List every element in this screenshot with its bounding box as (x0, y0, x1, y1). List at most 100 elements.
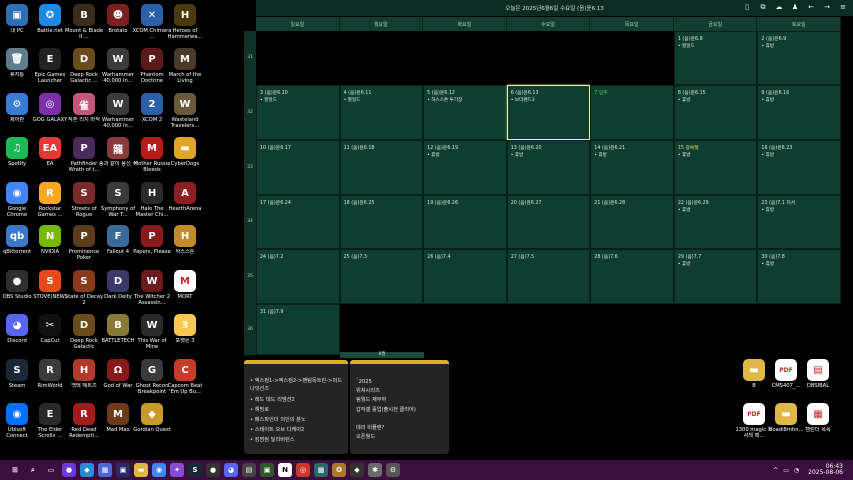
sticky-note-games[interactable]: • 엑스컴1->엑스컴2->팬텀독트린->미드나잇선즈 • 레드 데드 리뎀션2 •… (244, 360, 348, 454)
warhammer-1-shortcut[interactable]: W Warhammer 40,000 In... (101, 48, 135, 84)
taskbar-clock[interactable]: 06:43 2025-08-06 (808, 464, 843, 476)
obs-shortcut[interactable]: ● OBS Studio (0, 270, 34, 300)
elder-scrolls-shortcut[interactable]: E The Elder Scrolls ... (33, 403, 67, 439)
day-cell[interactable]: 14 (음)윤6.21 • 휴방 (590, 140, 674, 195)
capcom-beat-shortcut[interactable]: C Capcom Beat 'Em Up Bu... (168, 359, 202, 395)
papers-please-shortcut[interactable]: P Papers, Please (133, 225, 171, 255)
calendar-event[interactable]: • 휴방 (594, 152, 607, 158)
deep-rock-shortcut[interactable]: D Deep Rock Galactic ... (67, 48, 101, 84)
discord-shortcut[interactable]: ◕ Discord (0, 314, 34, 344)
warhammer-2-shortcut[interactable]: W Warhammer 40,000 In... (101, 93, 135, 129)
mort-shortcut[interactable]: M MORT (168, 270, 202, 300)
streets-rogue-shortcut[interactable]: S Streets of Rogue (67, 182, 101, 218)
gog-galaxy-shortcut[interactable]: ◎ GOG GALAXY (33, 93, 67, 123)
day-cell[interactable]: 16 (음)윤6.23 • 휴방 (757, 140, 841, 195)
day-cell[interactable]: 4 (음)윤6.11 • 할일드 (339, 85, 424, 140)
user-icon[interactable]: ♟ (791, 3, 799, 12)
calendar-event[interactable]: • 휴방 (761, 261, 774, 267)
calendar-event[interactable]: • 휴방 (511, 152, 524, 158)
wasteland-shortcut[interactable]: W Wasteland Travelers... (168, 93, 202, 129)
fallout4-shortcut[interactable]: F Fallout 4 (101, 225, 135, 255)
epic-games-shortcut[interactable]: E Epic Games Launcher (33, 48, 67, 84)
qbittorrent-shortcut[interactable]: qb qBittorrent (0, 225, 34, 255)
day-cell[interactable]: 29 (음)7.7 • 휴방 (673, 249, 758, 304)
calendar-event[interactable]: • 하스스톤 투기장 (427, 97, 462, 103)
battletech-shortcut[interactable]: B BATTLETECH (101, 314, 135, 344)
mount-blade-shortcut[interactable]: B Mount & Blade II ... (65, 4, 103, 40)
calendar-event[interactable]: • 휴방 (761, 97, 774, 103)
calendar-event[interactable]: • 휴방 (761, 152, 774, 158)
tray-icon[interactable]: ▭ (783, 467, 789, 474)
chrome-shortcut[interactable]: ◉ Google Chrome (0, 182, 34, 218)
pathfinder-shortcut[interactable]: P Pathfinder Wrath of t... (67, 137, 101, 173)
brotato-shortcut[interactable]: ☻ Brotato (101, 4, 135, 34)
march-living-shortcut[interactable]: M March of the Living (168, 48, 202, 84)
calendar-event[interactable]: • 휴방 (761, 43, 774, 49)
ubisoft-shortcut[interactable]: ◉ Ubisoft Connect (0, 403, 34, 439)
chrome-taskbar-icon[interactable]: ◉ (152, 463, 166, 477)
day-cell[interactable]: 30 (음)7.8 • 휴방 (757, 249, 841, 304)
battlenet-shortcut[interactable]: ✪ Battle.net (33, 4, 67, 34)
start-button-icon[interactable]: ⊞ (8, 463, 22, 477)
day-cell[interactable]: 18 (음)윤6.25 (339, 195, 424, 249)
app-13-icon[interactable]: ✱ (368, 463, 382, 477)
mother-russia-shortcut[interactable]: M Mother Russia Bleeds (134, 137, 170, 173)
recycle-bin-shortcut[interactable]: 🗑 휴지통 (0, 48, 34, 78)
heartharena-shortcut[interactable]: A HearthArena (168, 182, 202, 212)
this-war-shortcut[interactable]: W This War of Mine (135, 314, 169, 350)
halo-shortcut[interactable]: H Halo The Master Chi... (135, 182, 169, 218)
app-6-icon[interactable]: ● (206, 463, 220, 477)
app-3-icon[interactable]: ▦ (98, 463, 112, 477)
red-dead-shortcut[interactable]: R Red Dead Redempti... (67, 403, 101, 439)
month-tab[interactable]: 8월 (340, 352, 424, 358)
nvidia-shortcut[interactable]: N NVIDIA (33, 225, 67, 255)
day-cell[interactable]: 2 (음)윤6.9 • 휴방 (757, 31, 841, 85)
discord-taskbar-icon[interactable]: ◕ (224, 463, 238, 477)
pokemon3-shortcut[interactable]: 3 포켓몬 3 (168, 314, 202, 344)
calendar-event[interactable]: • 휴방 (427, 152, 440, 158)
stove-shortcut[interactable]: S STOVE(NEW) (33, 270, 67, 300)
spotify-shortcut[interactable]: ♫ Spotify (0, 137, 34, 167)
calendar-event[interactable]: • 할일드 (260, 97, 277, 103)
cyberdogs-folder-shortcut[interactable]: ▬ CyberDogs (168, 137, 202, 167)
phantom-doctrine-shortcut[interactable]: P Phantom Doctrine (135, 48, 169, 84)
calendar-event[interactable]: • 휴방 (761, 207, 774, 213)
day-cell[interactable]: 19 (음)윤6.26 (423, 195, 507, 249)
mad-max-shortcut[interactable]: M Mad Max (101, 403, 135, 433)
day-cell[interactable]: 17 (음)윤6.24 (256, 195, 340, 249)
day-cell[interactable]: 31 (음)7.9 (256, 304, 340, 355)
xcom2-shortcut[interactable]: 2 XCOM 2 (135, 93, 169, 123)
app-14-icon[interactable]: ⚙ (386, 463, 400, 477)
pin-icon[interactable]: ▯ (743, 3, 751, 12)
day-cell[interactable]: 10 (음)윤6.17 (256, 140, 340, 195)
task-view-icon[interactable]: ▭ (44, 463, 58, 477)
rockstar-shortcut[interactable]: R Rockstar Games ... (33, 182, 67, 218)
app-7-icon[interactable]: ▤ (242, 463, 256, 477)
forward-arrow-icon[interactable]: → (823, 3, 831, 12)
gordian-quest-shortcut[interactable]: ◆ Gordian Quest (133, 403, 171, 433)
day-cell[interactable]: 24 (음)7.2 (256, 249, 340, 304)
day-cell[interactable]: 5 (음)윤6.12 • 하스스톤 투기장 (423, 85, 507, 140)
day-cell[interactable]: 25 (음)7.3 (339, 249, 424, 304)
calendar-event[interactable]: • 휴방 (678, 207, 691, 213)
app-8-icon[interactable]: ▣ (260, 463, 274, 477)
day-cell[interactable]: 27 (음)7.5 (506, 249, 591, 304)
app-9-icon[interactable]: ◎ (296, 463, 310, 477)
symphony-war-shortcut[interactable]: S Symphony of War T... (101, 182, 135, 218)
magic-pdf-shortcut[interactable]: PDF 1300 magic 도서책 메... (735, 403, 773, 439)
god-of-war-shortcut[interactable]: Ω God of War (101, 359, 135, 389)
app-1-icon[interactable]: ● (62, 463, 76, 477)
xcom-chimera-shortcut[interactable]: ✕ XCOM Chimera ... (133, 4, 171, 40)
day-cell[interactable]: 13 (음)윤6.20 • 휴방 (506, 140, 591, 195)
day-cell[interactable]: 3 (음)윤6.10 • 할일드 (256, 85, 340, 140)
steam-shortcut[interactable]: S Steam (0, 359, 34, 389)
calendar-event[interactable]: • 휴방 (678, 97, 691, 103)
day-cell[interactable]: 12 (음)윤6.19 • 휴방 (423, 140, 507, 195)
hearthstone-shortcut[interactable]: H 하스스톤 (168, 225, 202, 255)
heroes-hammerwatch-shortcut[interactable]: H Heroes of Hammerwa... (168, 4, 202, 40)
day-cell[interactable]: 20 (음)윤6.27 (506, 195, 591, 249)
prominence-poker-shortcut[interactable]: P Prominence Poker (67, 225, 101, 261)
copy-icon[interactable]: ⧉ (759, 3, 767, 12)
day-cell[interactable]: 1 (음)윤6.8 • 할일드 (673, 31, 758, 85)
korean-game-shortcut[interactable]: 龍 종과 같이 용신 극 (99, 137, 137, 167)
